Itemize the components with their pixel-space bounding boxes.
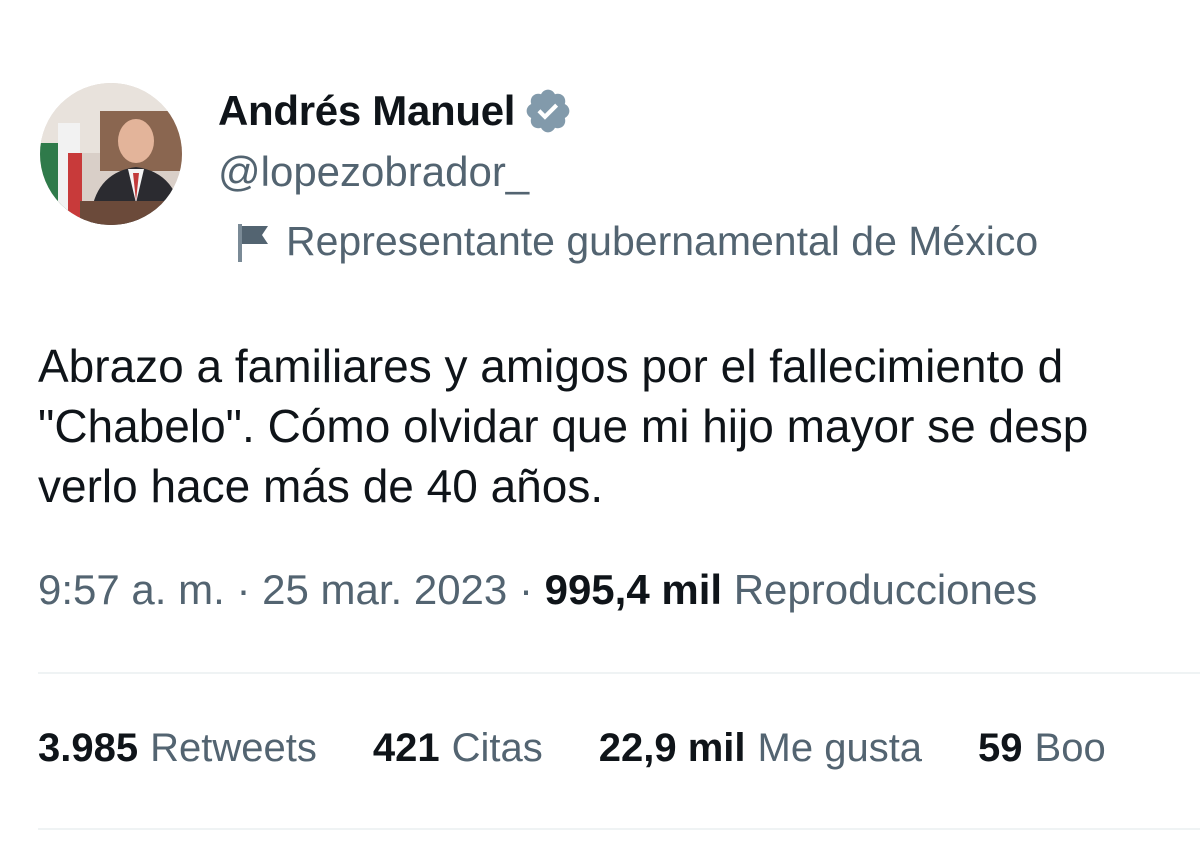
divider [38, 828, 1200, 830]
likes-stat[interactable]: 22,9 mil Me gusta [599, 726, 922, 771]
tweet-date[interactable]: 25 mar. 2023 [262, 566, 507, 613]
retweets-stat[interactable]: 3.985 Retweets [38, 726, 317, 771]
quotes-label: Citas [451, 726, 543, 770]
author-name-row[interactable]: Andrés Manuel [218, 86, 573, 136]
likes-label: Me gusta [757, 726, 923, 770]
views-label: Reproducciones [733, 566, 1038, 613]
flag-icon [234, 220, 272, 264]
tweet-text-line: "Chabelo". Cómo olvidar que mi hijo mayo… [38, 400, 1089, 452]
tweet-text-line: verlo hace más de 40 años. [38, 460, 604, 512]
verified-badge-icon[interactable] [523, 86, 573, 136]
affiliation-label: Representante gubernamental de México [234, 218, 1038, 265]
likes-count: 22,9 mil [598, 726, 746, 770]
author-handle[interactable]: @lopezobrador_ [218, 148, 529, 196]
retweets-count: 3.985 [38, 726, 139, 770]
author-display-name[interactable]: Andrés Manuel [218, 87, 515, 135]
divider [38, 672, 1200, 674]
tweet-text-line: Abrazo a familiares y amigos por el fall… [38, 340, 1064, 392]
bookmarks-count: 59 [978, 726, 1023, 770]
bookmarks-label: Boo [1034, 726, 1106, 770]
tweet-meta: 9:57 a. m. · 25 mar. 2023 · 995,4 mil Re… [38, 566, 1037, 614]
meta-separator: · [518, 566, 545, 613]
engagement-stats: 3.985 Retweets 421 Citas 22,9 mil Me gus… [38, 726, 1162, 771]
tweet-card: Andrés Manuel @lopezobrador_ Representan… [0, 0, 1200, 857]
meta-separator: · [236, 566, 263, 613]
avatar[interactable] [40, 83, 182, 225]
tweet-text: Abrazo a familiares y amigos por el fall… [38, 336, 1200, 516]
tweet-time[interactable]: 9:57 a. m. [38, 566, 225, 613]
affiliation-label-text: Representante gubernamental de México [286, 218, 1039, 264]
bookmarks-stat[interactable]: 59 Boo [978, 726, 1106, 771]
quotes-count: 421 [372, 726, 440, 770]
quotes-stat[interactable]: 421 Citas [373, 726, 543, 771]
avatar-image [40, 83, 182, 225]
retweets-label: Retweets [150, 726, 317, 770]
views-count: 995,4 mil [544, 566, 734, 613]
